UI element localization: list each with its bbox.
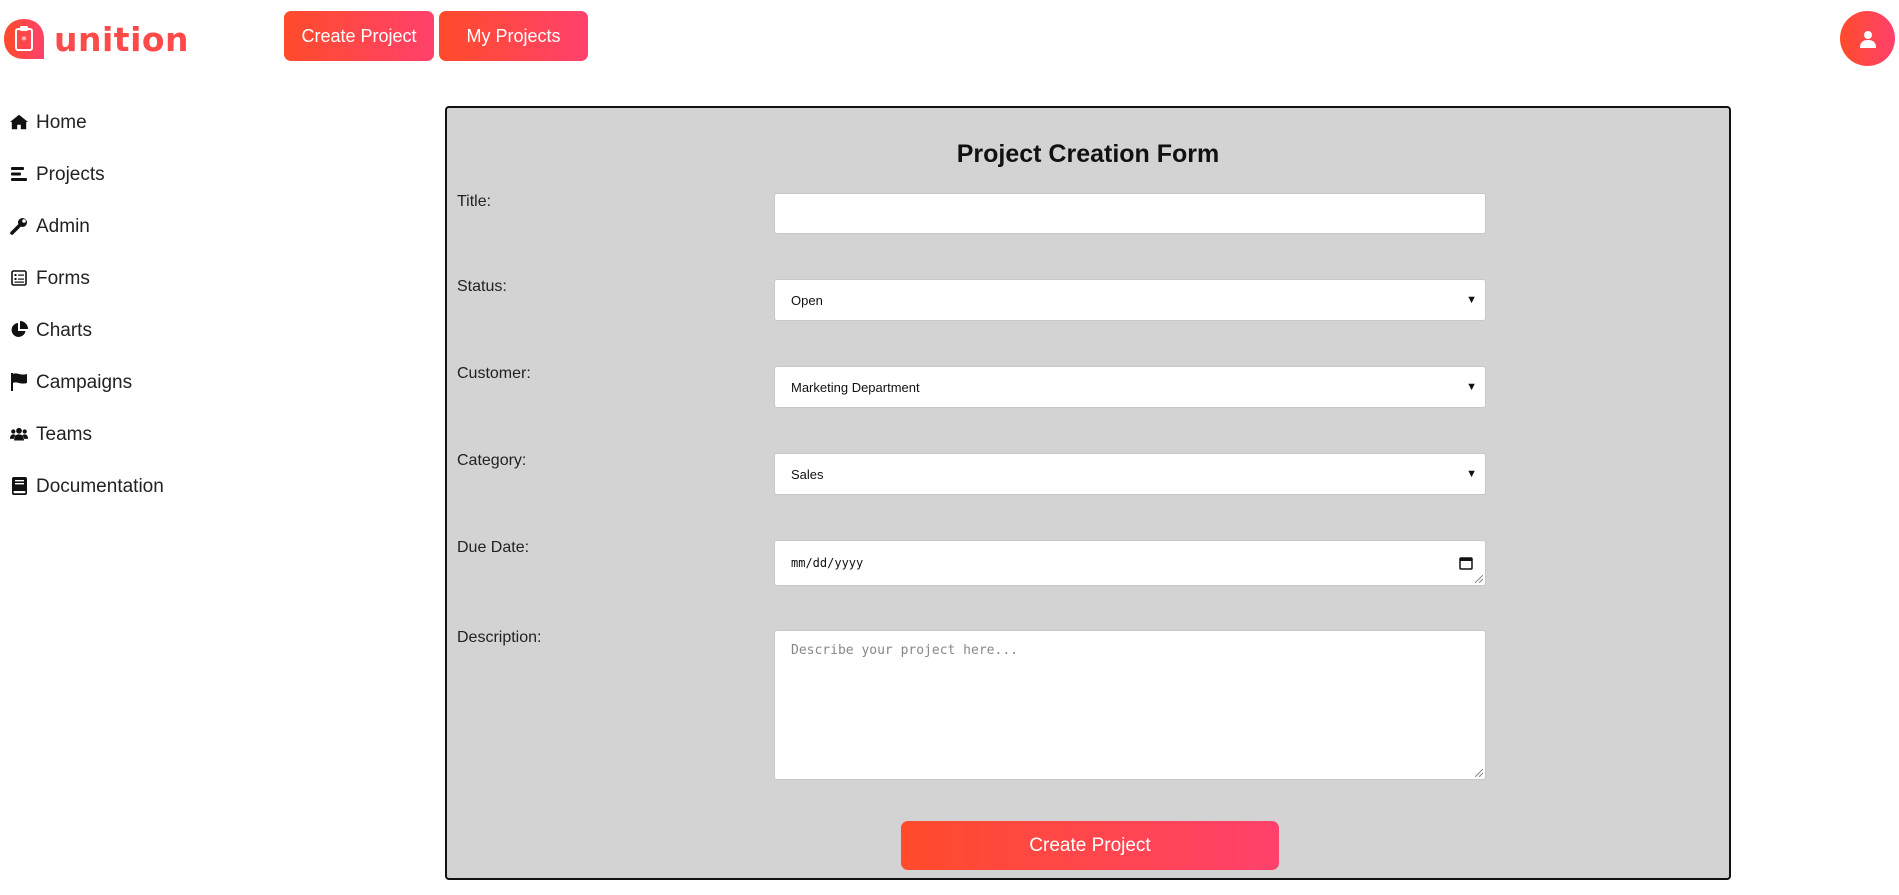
sidebar-item-label: Forms bbox=[36, 267, 90, 289]
calendar-icon[interactable] bbox=[1459, 556, 1473, 570]
title-input[interactable] bbox=[774, 193, 1486, 234]
title-label: Title: bbox=[457, 193, 492, 210]
sidebar-item-label: Home bbox=[36, 111, 87, 133]
sidebar-item-label: Documentation bbox=[36, 475, 164, 497]
status-select-value: Open bbox=[791, 292, 823, 308]
description-placeholder: Describe your project here... bbox=[791, 643, 1018, 658]
sidebar-item-label: Teams bbox=[36, 423, 92, 445]
sidebar-item-charts[interactable]: Charts bbox=[0, 304, 260, 356]
svg-text:*: * bbox=[21, 34, 27, 47]
form-title: Project Creation Form bbox=[956, 140, 1220, 168]
sidebar-item-documentation[interactable]: Documentation bbox=[0, 460, 260, 512]
due-date-input[interactable]: mm/dd/yyyy bbox=[774, 540, 1486, 586]
submit-create-project-button[interactable]: Create Project bbox=[901, 821, 1279, 870]
due-date-placeholder: mm/dd/yyyy bbox=[791, 556, 864, 570]
sidebar: Home Projects Admin Forms Charts Campaig… bbox=[0, 96, 260, 512]
chevron-down-icon: ▼ bbox=[1466, 381, 1477, 393]
sidebar-item-teams[interactable]: Teams bbox=[0, 408, 260, 460]
create-project-button[interactable]: Create Project bbox=[284, 11, 434, 61]
home-icon bbox=[10, 113, 28, 131]
chevron-down-icon: ▼ bbox=[1466, 294, 1477, 306]
sidebar-item-label: Campaigns bbox=[36, 371, 133, 393]
user-avatar-button[interactable] bbox=[1840, 11, 1895, 66]
brand-name: unition bbox=[54, 19, 190, 59]
brand-logo[interactable]: * unition bbox=[3, 18, 189, 60]
my-projects-button[interactable]: My Projects bbox=[439, 11, 588, 61]
user-icon bbox=[1859, 30, 1876, 48]
resize-handle-icon[interactable] bbox=[1475, 769, 1483, 777]
status-label: Status: bbox=[457, 278, 507, 295]
customer-select-value: Marketing Department bbox=[791, 379, 920, 395]
resize-handle-icon[interactable] bbox=[1475, 575, 1483, 583]
projects-icon bbox=[10, 165, 28, 183]
users-icon bbox=[10, 425, 28, 443]
clipboard-logo-icon: * bbox=[4, 19, 44, 59]
customer-select[interactable]: Marketing Department ▼ bbox=[774, 366, 1486, 408]
sidebar-item-home[interactable]: Home bbox=[0, 96, 260, 148]
due-date-label: Due Date: bbox=[457, 539, 530, 556]
customer-label: Customer: bbox=[457, 365, 531, 382]
form-icon bbox=[10, 269, 28, 287]
sidebar-item-label: Admin bbox=[36, 215, 90, 237]
category-label: Category: bbox=[457, 452, 527, 469]
sidebar-item-label: Charts bbox=[36, 319, 92, 341]
chevron-down-icon: ▼ bbox=[1466, 468, 1477, 480]
book-icon bbox=[10, 477, 28, 495]
pie-chart-icon bbox=[10, 321, 28, 339]
sidebar-item-forms[interactable]: Forms bbox=[0, 252, 260, 304]
sidebar-item-admin[interactable]: Admin bbox=[0, 200, 260, 252]
flag-icon bbox=[10, 373, 28, 391]
project-creation-form: Project Creation Form Title: Status: Ope… bbox=[445, 106, 1731, 880]
category-select-value: Sales bbox=[791, 466, 824, 482]
sidebar-item-campaigns[interactable]: Campaigns bbox=[0, 356, 260, 408]
category-select[interactable]: Sales ▼ bbox=[774, 453, 1486, 495]
description-label: Description: bbox=[457, 629, 542, 646]
sidebar-item-projects[interactable]: Projects bbox=[0, 148, 260, 200]
wrench-icon bbox=[10, 217, 28, 235]
status-select[interactable]: Open ▼ bbox=[774, 279, 1486, 321]
sidebar-item-label: Projects bbox=[36, 163, 105, 185]
description-textarea[interactable]: Describe your project here... bbox=[774, 630, 1486, 780]
